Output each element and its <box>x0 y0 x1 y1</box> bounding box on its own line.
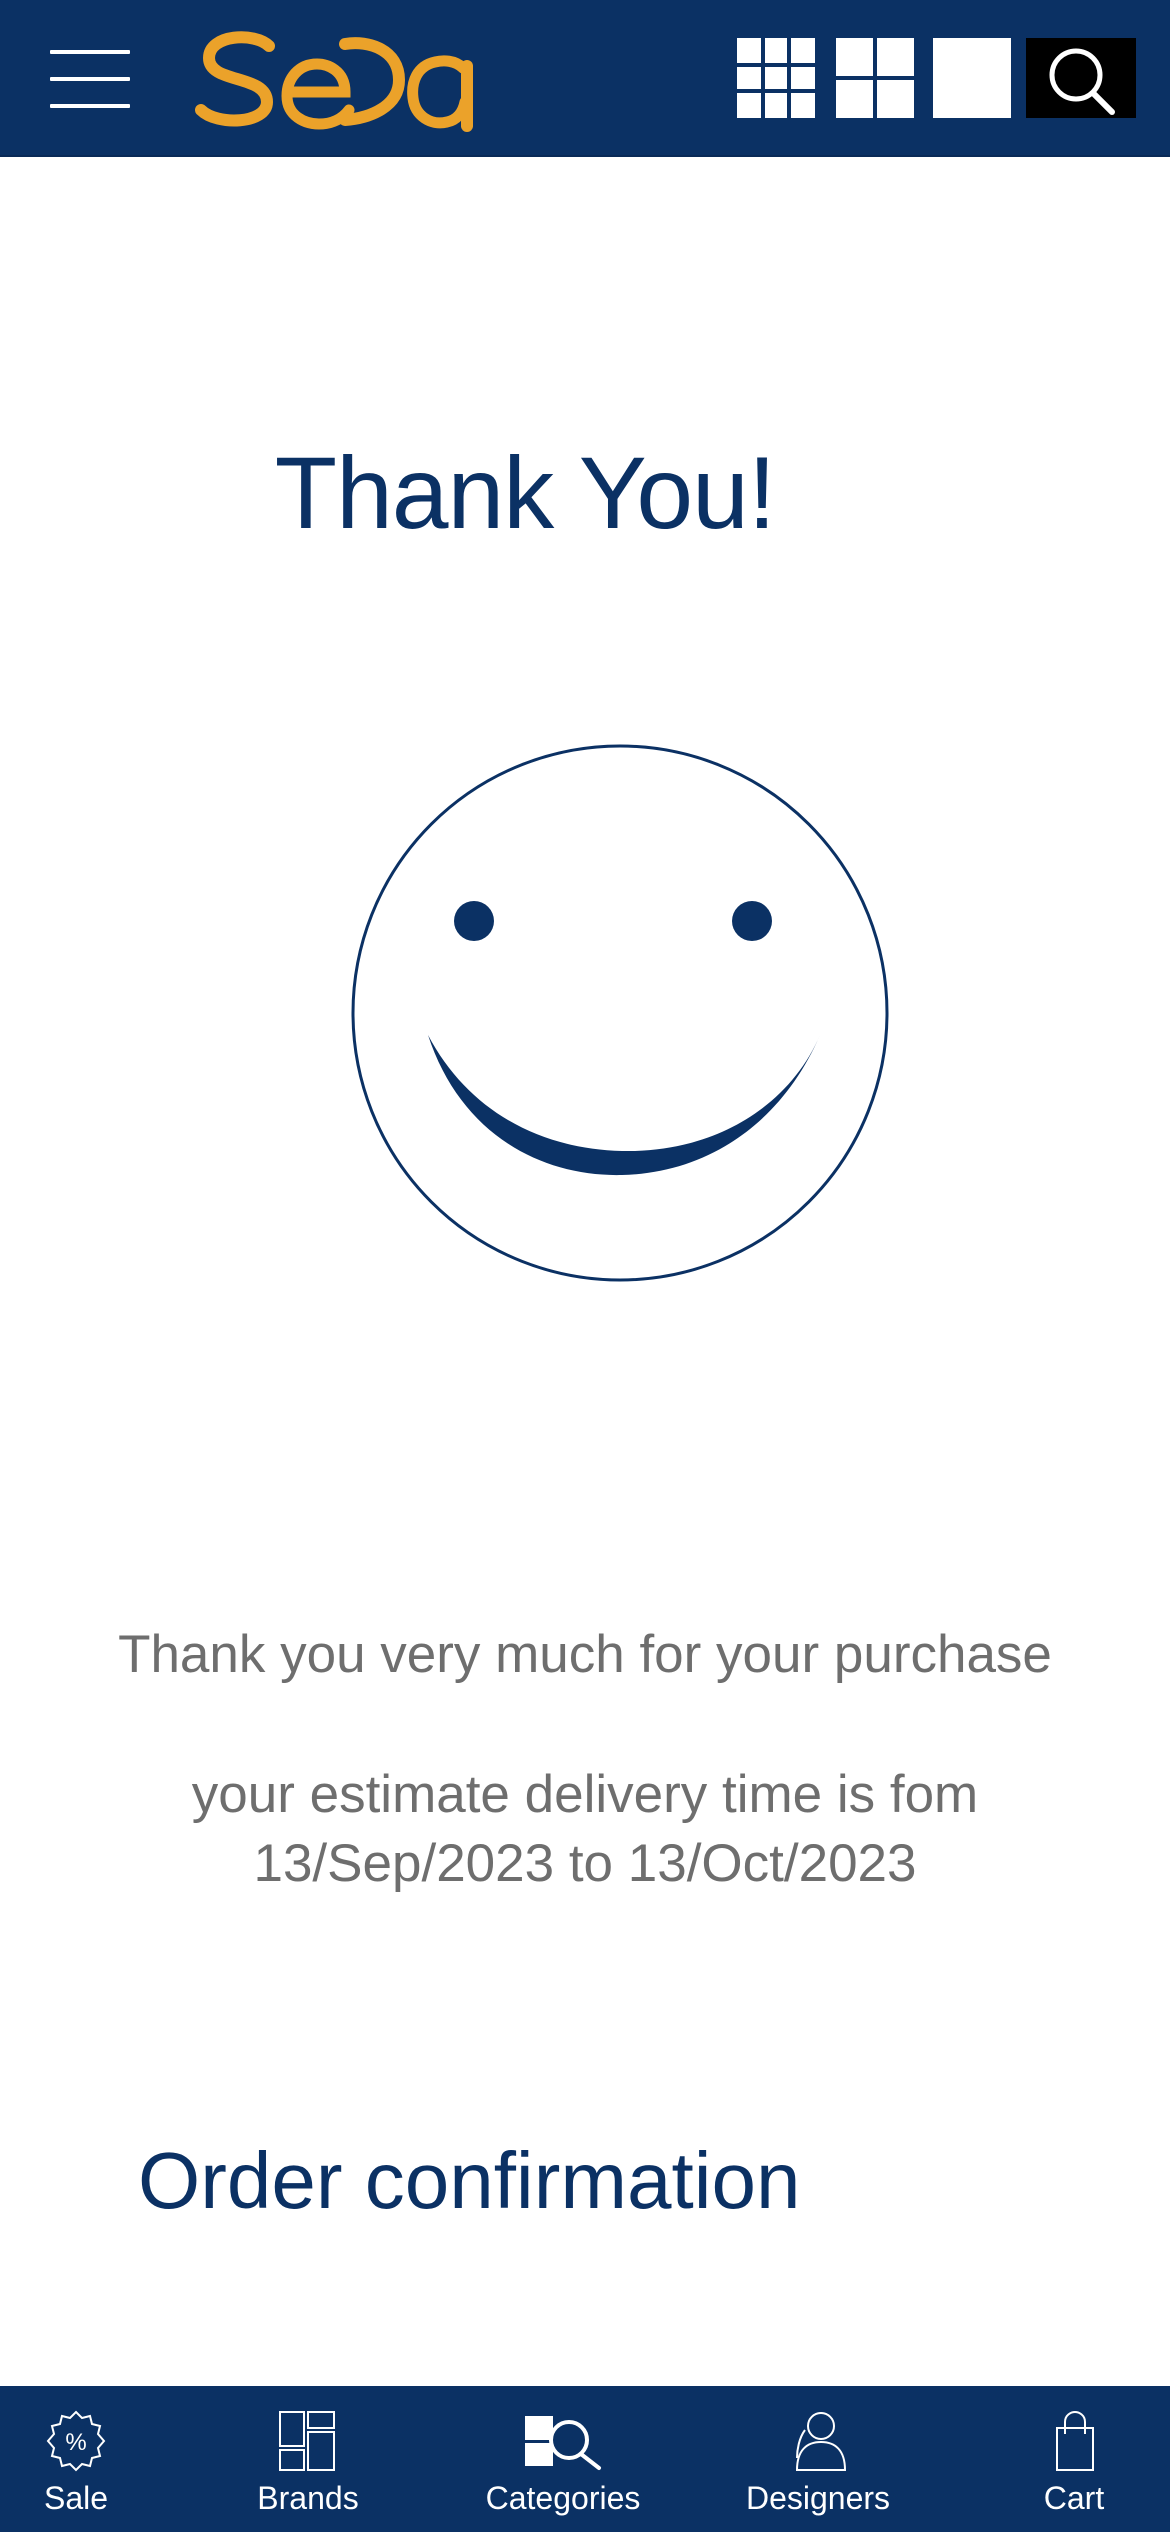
search-button[interactable] <box>1026 38 1136 118</box>
bottom-navigation: % Sale Brands Categories Designers Cart <box>0 2386 1170 2532</box>
svg-text:%: % <box>65 2429 86 2456</box>
top-header <box>0 0 1170 157</box>
nav-cart-label: Cart <box>1043 2480 1105 2516</box>
grid-1-icon <box>933 38 1011 118</box>
brands-icon <box>275 2410 341 2472</box>
nav-brands-label: Brands <box>257 2480 359 2516</box>
nav-sale[interactable]: % Sale <box>10 2386 142 2532</box>
sale-badge-icon: % <box>43 2410 109 2472</box>
thank-you-title: Thank You! <box>274 436 776 550</box>
grid-4-icon <box>836 38 914 118</box>
nav-cart[interactable]: Cart <box>1010 2386 1138 2532</box>
nav-brands[interactable]: Brands <box>238 2386 378 2532</box>
shopping-bag-icon <box>1041 2410 1107 2472</box>
menu-line-middle <box>50 77 130 81</box>
purchase-thanks-text: Thank you very much for your purchase <box>118 1625 1052 1684</box>
categories-search-icon <box>523 2410 603 2472</box>
grid-4-view-button[interactable] <box>836 38 914 118</box>
delivery-estimate-text: your estimate delivery time is fom <box>191 1765 979 1824</box>
search-icon <box>1049 48 1115 115</box>
nav-sale-label: Sale <box>43 2480 109 2516</box>
designers-icon <box>785 2410 851 2472</box>
grid-9-view-button[interactable] <box>737 38 815 118</box>
seda-logo-mark <box>195 31 473 132</box>
grid-9-icon <box>737 38 815 118</box>
nav-designers[interactable]: Designers <box>740 2386 896 2532</box>
nav-categories-label: Categories <box>485 2480 641 2516</box>
smiley-face-icon <box>350 743 890 1283</box>
order-confirmation-link[interactable]: Order confirmation <box>138 2135 800 2227</box>
seda-logo[interactable] <box>195 22 485 132</box>
menu-button[interactable] <box>50 48 130 110</box>
delivery-date-range: 13/Sep/2023 to 13/Oct/2023 <box>253 1834 917 1893</box>
nav-designers-label: Designers <box>745 2480 891 2516</box>
grid-1-view-button[interactable] <box>933 38 1011 118</box>
menu-line-bottom <box>50 104 130 108</box>
menu-line-top <box>50 50 130 54</box>
nav-categories[interactable]: Categories <box>470 2386 656 2532</box>
